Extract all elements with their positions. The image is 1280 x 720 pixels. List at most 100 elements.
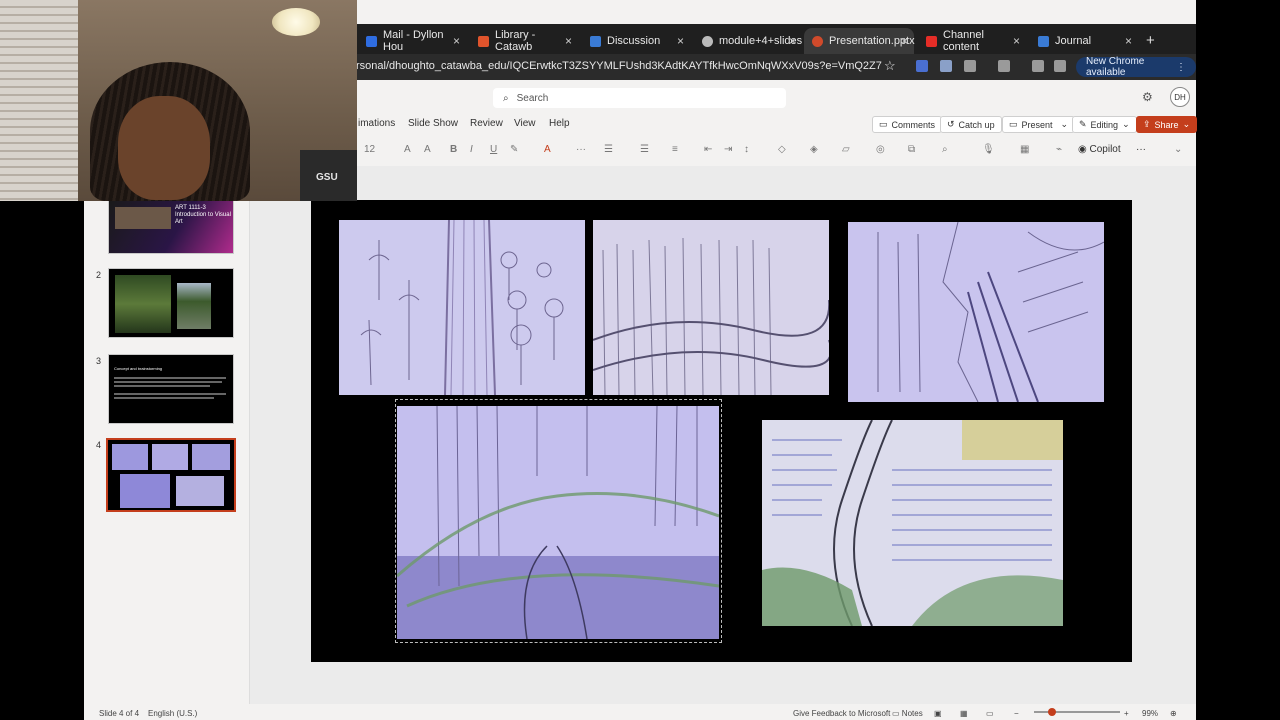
dictate-icon[interactable]: 🎙 <box>982 144 995 155</box>
tab-library[interactable]: Library - Catawb × <box>470 28 578 54</box>
bold-icon[interactable]: B <box>450 144 457 155</box>
reading-view-icon[interactable]: ▭ <box>986 709 994 718</box>
copilot-label: Copilot <box>1089 144 1121 155</box>
normal-view-icon[interactable]: ▣ <box>934 709 942 718</box>
copilot-button[interactable]: ◉ Copilot <box>1078 144 1121 155</box>
text-line <box>114 377 226 379</box>
canvas-icon <box>1038 35 1049 47</box>
zoom-slider-thumb[interactable] <box>1048 708 1056 716</box>
new-chrome-available-button[interactable]: New Chrome available ⋮ <box>1076 56 1196 78</box>
underline-icon[interactable]: U <box>490 144 497 155</box>
tab-review[interactable]: Review <box>470 118 503 129</box>
zoom-in-icon[interactable]: + <box>1124 709 1129 718</box>
font-size-field[interactable]: 12 <box>364 144 375 155</box>
zoom-level[interactable]: 99% <box>1142 709 1158 718</box>
slide-thumbnail-1[interactable]: ART 1111-3 Introduction to Visual Art <box>108 200 234 254</box>
close-icon[interactable]: × <box>901 34 908 48</box>
numbering-icon[interactable]: ☰ <box>640 144 649 155</box>
sidebar-icon[interactable] <box>998 60 1010 72</box>
close-icon[interactable]: × <box>1013 34 1020 48</box>
font-color-icon[interactable]: A <box>544 144 551 155</box>
editing-button[interactable]: ✎ Editing ⌄ <box>1072 116 1137 133</box>
text-line <box>114 385 210 387</box>
thumbnail-image <box>192 444 230 470</box>
highlight-icon[interactable]: ✎ <box>510 144 518 155</box>
url-text[interactable]: rsonal/dhoughto_catawba_edu/IQCErwtkcT3Z… <box>356 60 882 72</box>
extension-icon[interactable] <box>940 60 952 72</box>
notes-button[interactable]: ▭ Notes <box>892 709 923 718</box>
comment-icon: ▭ <box>879 119 888 129</box>
tab-discussion[interactable]: Discussion × <box>582 28 690 54</box>
tab-animations[interactable]: imations <box>358 118 395 129</box>
tab-presentation[interactable]: Presentation.pptx × <box>804 28 915 54</box>
effects-icon[interactable]: ◎ <box>876 144 885 155</box>
arrange-icon[interactable]: ⧉ <box>908 144 915 155</box>
tab-channel-content[interactable]: Channel content × <box>918 28 1026 54</box>
collapse-ribbon-icon[interactable]: ⌄ <box>1174 144 1182 155</box>
status-bar: Slide 4 of 4 English (U.S.) Give Feedbac… <box>84 704 1196 720</box>
editing-label: Editing <box>1090 119 1119 130</box>
gear-icon[interactable]: ⚙ <box>1142 90 1153 104</box>
tab-module-slides[interactable]: module+4+slides × <box>694 28 802 54</box>
comments-button[interactable]: ▭ Comments <box>872 116 943 133</box>
slide-canvas[interactable] <box>311 200 1132 662</box>
slide-thumbnail-3[interactable]: Concept and brainstorming <box>108 354 234 424</box>
search-box[interactable]: ⌕ Search <box>493 88 786 108</box>
tab-help[interactable]: Help <box>549 118 570 129</box>
pencil-icon: ✎ <box>1079 119 1087 129</box>
slide-thumbnail-4[interactable] <box>106 438 236 512</box>
fill-icon[interactable]: ◈ <box>810 144 818 155</box>
close-icon[interactable]: × <box>453 34 460 48</box>
tab-journal[interactable]: Journal × <box>1030 28 1138 54</box>
tab-mail[interactable]: Mail - Dyllon Hou × <box>358 28 466 54</box>
more-options-icon[interactable]: ··· <box>1136 144 1146 155</box>
slide-sorter-icon[interactable]: ▦ <box>960 709 968 718</box>
draw-icon[interactable]: ⌁ <box>1056 144 1062 155</box>
avatar[interactable]: DH <box>1170 87 1190 107</box>
selection-outline <box>395 399 722 643</box>
puzzle-icon[interactable] <box>964 60 976 72</box>
sketch-drawing <box>593 220 829 395</box>
close-icon[interactable]: × <box>677 34 684 48</box>
zoom-slider[interactable] <box>1034 711 1120 713</box>
designer-icon[interactable]: ▦ <box>1020 144 1029 155</box>
feedback-link[interactable]: Give Feedback to Microsoft <box>793 709 890 718</box>
align-icon[interactable]: ≡ <box>672 144 678 155</box>
tab-view[interactable]: View <box>514 118 536 129</box>
sketch-photo-3[interactable] <box>848 222 1104 402</box>
present-button[interactable]: ▭ Present ⌄ <box>1002 116 1076 133</box>
tab-slide-show[interactable]: Slide Show <box>408 118 458 129</box>
thumbnail-image <box>176 476 224 506</box>
slide-thumbnail-2[interactable] <box>108 268 234 338</box>
slide-thumbnail-pane: ART 1111-3 Introduction to Visual Art 2 … <box>84 166 250 704</box>
share-button[interactable]: ⇪ Share ⌄ <box>1136 116 1198 133</box>
extension-icon[interactable] <box>916 60 928 72</box>
find-icon[interactable]: ⌕ <box>942 144 948 155</box>
outdent-icon[interactable]: ⇥ <box>724 144 732 155</box>
thumbnail-image <box>120 474 170 508</box>
bullets-icon[interactable]: ☰ <box>604 144 613 155</box>
sketch-photo-5[interactable] <box>762 420 1063 626</box>
shapes-icon[interactable]: ◇ <box>778 144 786 155</box>
fit-to-window-icon[interactable]: ⊕ <box>1170 709 1177 718</box>
sketch-photo-1[interactable] <box>339 220 585 395</box>
bookmark-star-icon[interactable]: ☆ <box>884 58 896 74</box>
sketch-photo-2[interactable] <box>593 220 829 395</box>
outline-icon[interactable]: ▱ <box>842 144 850 155</box>
download-icon[interactable] <box>1032 60 1044 72</box>
line-spacing-icon[interactable]: ↕ <box>744 144 749 155</box>
close-icon[interactable]: × <box>1125 34 1132 48</box>
decrease-font-icon[interactable]: A <box>424 144 431 155</box>
more-icon[interactable]: ··· <box>576 144 586 155</box>
close-icon[interactable]: × <box>789 34 796 48</box>
close-icon[interactable]: × <box>565 34 572 48</box>
italic-icon[interactable]: I <box>470 144 473 155</box>
thumbnail-image <box>152 444 188 470</box>
language[interactable]: English (U.S.) <box>148 709 197 718</box>
new-tab-button[interactable]: + <box>1146 32 1155 49</box>
zoom-out-icon[interactable]: − <box>1014 709 1019 718</box>
profile-icon[interactable] <box>1054 60 1066 72</box>
increase-font-icon[interactable]: A <box>404 144 411 155</box>
catch-up-button[interactable]: ↺ Catch up <box>940 116 1002 133</box>
indent-icon[interactable]: ⇤ <box>704 144 712 155</box>
